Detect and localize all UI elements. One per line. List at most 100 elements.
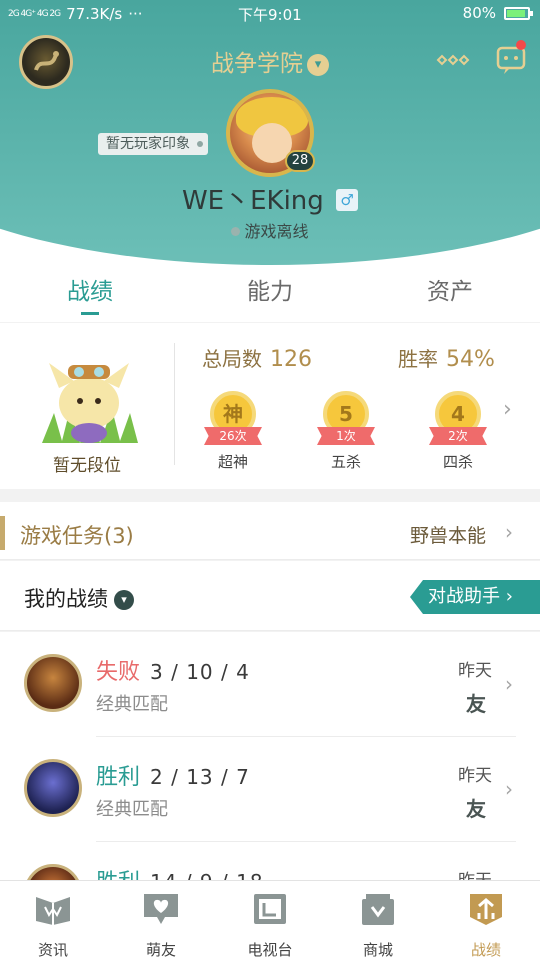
stats-card[interactable]: 暂无段位 总局数 126 胜率 54% 神 26次 超神 5 1次 五杀 4 2次 … [0,323,540,489]
champion-avatar [24,654,82,712]
match-time: 昨天 [458,766,492,786]
impression-tag[interactable]: 暂无玩家印象 [98,133,208,155]
bottom-navigation: 资讯 萌友 电视台 商城 战绩 [0,880,540,960]
tab-assets[interactable]: 资产 [390,272,510,306]
battery-percent: 80% [462,4,496,22]
match-row[interactable]: 胜利 2 / 13 / 7 经典匹配 昨天 友 › [0,737,540,842]
battle-assistant-button[interactable]: 对战助手 › [410,580,540,614]
total-games: 总局数 126 [202,343,312,372]
rank-label: 暂无段位 [53,456,121,476]
nav-label: 萌友 [145,941,176,959]
book-icon [36,897,70,925]
medal-legendary: 神 26次 超神 [194,381,274,471]
tab-ability[interactable]: 能力 [210,272,330,306]
chevron-down-icon: ▾ [307,54,329,76]
champion-avatar [24,864,82,880]
more-button[interactable] [433,50,473,70]
champion-avatar [24,759,82,817]
win-rate: 胜率 54% [398,343,495,372]
friend-tag: 友 [466,692,486,716]
player-name-row: WE丶EKing ♂ [0,180,540,217]
winrate-value: 54% [446,347,495,372]
assist-label: 对战助手 [428,586,500,607]
tasks-current: 野兽本能 [410,525,487,547]
nav-label: 战绩 [470,941,501,959]
section-accent-bar [0,516,5,550]
chevron-right-icon: › [505,586,513,607]
profile-tabs: 战绩 能力 资产 [0,272,540,322]
status-dot [231,227,241,236]
match-mode: 经典匹配 [96,694,168,715]
record-icon [470,894,502,925]
status-more: ··· [128,5,143,23]
chevron-right-icon: › [505,672,513,696]
level-badge: 28 [285,150,315,172]
tasks-title: 游戏任务(3) [20,524,134,548]
male-icon: ♂ [336,189,359,211]
notification-dot [516,40,526,50]
status-left: 2G 4G⁺ 4G 2G 77.3K/s ··· [8,5,143,23]
chevron-right-icon: › [505,520,513,544]
impression-label: 暂无玩家印象 [106,136,190,152]
impression-dot [197,141,203,147]
total-value: 126 [270,347,312,372]
active-tab-indicator [81,312,99,315]
rank-mascot-icon [42,363,138,443]
network-speed: 77.3K/s [66,5,123,23]
medal-count: 26次 [204,427,262,445]
friend-tag: 友 [466,797,486,821]
nav-news[interactable]: 资讯 [8,891,98,960]
match-kda: 3 / 10 / 4 [150,660,250,684]
chevron-right-icon: › [503,397,512,422]
signal-indicator: 2G 4G⁺ 4G 2G [8,8,61,19]
winrate-label: 胜率 [398,347,438,371]
nav-tv[interactable]: 电视台 [225,891,315,960]
total-label: 总局数 [202,347,262,371]
match-result-line: 胜利 14 / 9 / 18 [96,864,264,880]
nav-shop[interactable]: 商城 [333,891,423,960]
nav-friends[interactable]: 萌友 [116,891,206,960]
match-mode: 经典匹配 [96,799,168,820]
chevron-right-icon: › [505,777,513,801]
match-time: 昨天 [458,661,492,681]
game-tasks-row[interactable]: 游戏任务(3) 野兽本能 › [0,502,540,560]
server-name: 战争学院 [211,51,303,77]
shop-icon [362,894,394,925]
match-result: 失败 [96,660,141,685]
status-text: 游戏离线 [244,222,309,241]
medal-label: 五杀 [330,453,361,471]
status-bar: 2G 4G⁺ 4G 2G 77.3K/s ··· 下午9:01 80% [0,0,540,28]
match-kda: 2 / 13 / 7 [150,765,250,789]
status-right: 80% [462,4,533,22]
player-name: WE丶EKing [181,186,324,216]
match-result-line: 胜利 2 / 13 / 7 [96,759,250,791]
records-header: 我的战绩 ▾ 对战助手 › [0,561,540,631]
records-filter[interactable]: 我的战绩 ▾ [24,583,134,613]
chevron-down-icon: ▾ [114,590,134,610]
nav-records[interactable]: 战绩 [441,891,531,960]
battery-icon [504,6,533,20]
medal-quadra: 4 2次 四杀 [419,381,499,471]
match-result-line: 失败 3 / 10 / 4 [96,654,250,686]
profile-header: 2G 4G⁺ 4G 2G 77.3K/s ··· 下午9:01 80% 战争学院… [0,0,540,322]
medal-label: 超神 [217,453,248,471]
records-title: 我的战绩 [24,587,108,611]
online-status: 游戏离线 [0,218,540,242]
match-result: 胜利 [96,870,140,880]
more-dots-icon [436,54,470,66]
match-row[interactable]: 失败 3 / 10 / 4 经典匹配 昨天 友 › [0,632,540,737]
nav-label: 资讯 [37,941,68,959]
message-button[interactable] [494,40,530,76]
match-kda: 14 / 9 / 18 [150,870,264,880]
match-time: 昨天 [458,866,492,880]
medal-count: 2次 [429,427,487,445]
stats-divider [174,343,175,465]
clock: 下午9:01 [238,6,302,24]
match-list: 失败 3 / 10 / 4 经典匹配 昨天 友 › 胜利 2 / 13 / 7 经典… [0,632,540,880]
match-result: 胜利 [96,765,141,790]
match-row[interactable]: 胜利 14 / 9 / 18 昨天 [0,842,540,880]
nav-label: 电视台 [247,941,293,959]
tv-icon [254,894,286,924]
tab-records[interactable]: 战绩 [30,272,150,306]
medal-penta: 5 1次 五杀 [307,381,387,471]
